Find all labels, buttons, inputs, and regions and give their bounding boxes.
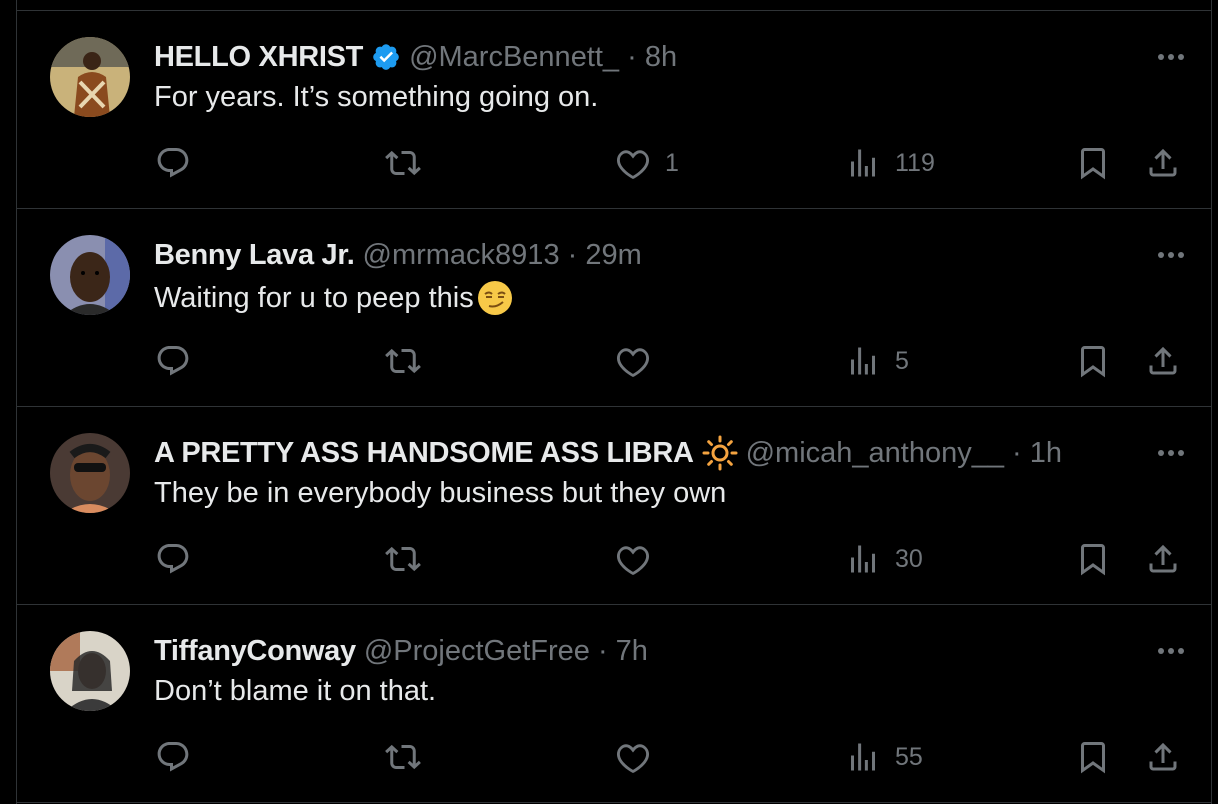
sun-icon (702, 435, 738, 471)
views-button[interactable]: 55 (845, 737, 923, 777)
views-button[interactable]: 30 (845, 539, 923, 579)
display-name[interactable]: HELLO XHRIST (154, 41, 363, 74)
handle-and-time[interactable]: @MarcBennett_ · 8h (409, 41, 677, 74)
tweet-text: For years. It’s something going on. (154, 81, 599, 113)
like-icon (616, 348, 650, 378)
more-icon[interactable] (1151, 243, 1191, 267)
retweet-button[interactable] (385, 143, 421, 183)
views-button[interactable]: 5 (845, 341, 909, 381)
bookmark-button[interactable] (1075, 143, 1111, 183)
smirking-face-icon (477, 281, 512, 315)
avatar[interactable] (50, 235, 130, 315)
tweet[interactable]: Benny Lava Jr. @mrmack8913 · 29m Waiting… (17, 209, 1211, 407)
views-button[interactable]: 119 (845, 143, 935, 183)
bookmark-button[interactable] (1075, 737, 1111, 777)
reply-icon (157, 148, 189, 178)
reply-icon (157, 742, 189, 772)
share-button[interactable] (1145, 341, 1181, 381)
like-icon (616, 546, 650, 576)
reply-button[interactable] (155, 143, 191, 183)
bookmark-button[interactable] (1075, 539, 1111, 579)
share-icon (1149, 148, 1177, 177)
tweet-text: Waiting for u to peep this (154, 281, 474, 314)
retweet-icon (385, 744, 421, 770)
views-icon (851, 149, 875, 177)
like-icon (616, 150, 650, 180)
views-icon (851, 347, 875, 375)
avatar[interactable] (50, 37, 130, 117)
display-name[interactable]: A PRETTY ASS HANDSOME ASS LIBRA (154, 437, 694, 470)
tweet[interactable]: TiffanyConway @ProjectGetFree · 7h Don’t… (17, 605, 1211, 803)
reply-icon (157, 544, 189, 574)
bookmark-icon (1081, 346, 1105, 378)
retweet-button[interactable] (385, 341, 421, 381)
bookmark-icon (1081, 148, 1105, 180)
more-icon[interactable] (1151, 639, 1191, 663)
display-name[interactable]: TiffanyConway (154, 635, 356, 668)
like-button[interactable]: 1 (615, 143, 679, 183)
handle-and-time[interactable]: @mrmack8913 · 29m (363, 239, 642, 272)
avatar[interactable] (50, 631, 130, 711)
retweet-icon (385, 546, 421, 572)
like-button[interactable] (615, 737, 651, 777)
share-icon (1149, 544, 1177, 573)
bookmark-icon (1081, 544, 1105, 576)
tweet[interactable]: HELLO XHRIST @MarcBennett_ · 8h For year… (17, 11, 1211, 209)
avatar[interactable] (50, 433, 130, 513)
tweet-text: Don’t blame it on that. (154, 675, 437, 707)
like-button[interactable] (615, 341, 651, 381)
retweet-icon (385, 150, 421, 176)
retweet-button[interactable] (385, 539, 421, 579)
views-count: 30 (895, 544, 923, 573)
handle-and-time[interactable]: @micah_anthony__ · 1h (746, 437, 1062, 470)
reply-button[interactable] (155, 341, 191, 381)
like-button[interactable] (615, 539, 651, 579)
display-name[interactable]: Benny Lava Jr. (154, 239, 355, 272)
reply-button[interactable] (155, 737, 191, 777)
tweet[interactable]: A PRETTY ASS HANDSOME ASS LIBRA @micah_a… (17, 407, 1211, 605)
like-count: 1 (665, 148, 679, 177)
views-count: 5 (895, 346, 909, 375)
views-count: 55 (895, 742, 923, 771)
like-icon (616, 744, 650, 774)
more-icon[interactable] (1151, 45, 1191, 69)
share-icon (1149, 742, 1177, 771)
bookmark-icon (1081, 742, 1105, 774)
reply-icon (157, 346, 189, 376)
share-button[interactable] (1145, 737, 1181, 777)
retweet-button[interactable] (385, 737, 421, 777)
handle-and-time[interactable]: @ProjectGetFree · 7h (364, 635, 648, 668)
views-count: 119 (895, 148, 935, 177)
more-icon[interactable] (1151, 441, 1191, 465)
tweet-text: They be in everybody business but they o… (154, 477, 727, 509)
share-button[interactable] (1145, 143, 1181, 183)
views-icon (851, 743, 875, 771)
reply-button[interactable] (155, 539, 191, 579)
verified-badge-icon (373, 44, 399, 70)
share-button[interactable] (1145, 539, 1181, 579)
bookmark-button[interactable] (1075, 341, 1111, 381)
share-icon (1149, 346, 1177, 375)
timeline-feed: HELLO XHRIST @MarcBennett_ · 8h For year… (16, 0, 1212, 804)
views-icon (851, 545, 875, 573)
retweet-icon (385, 348, 421, 374)
